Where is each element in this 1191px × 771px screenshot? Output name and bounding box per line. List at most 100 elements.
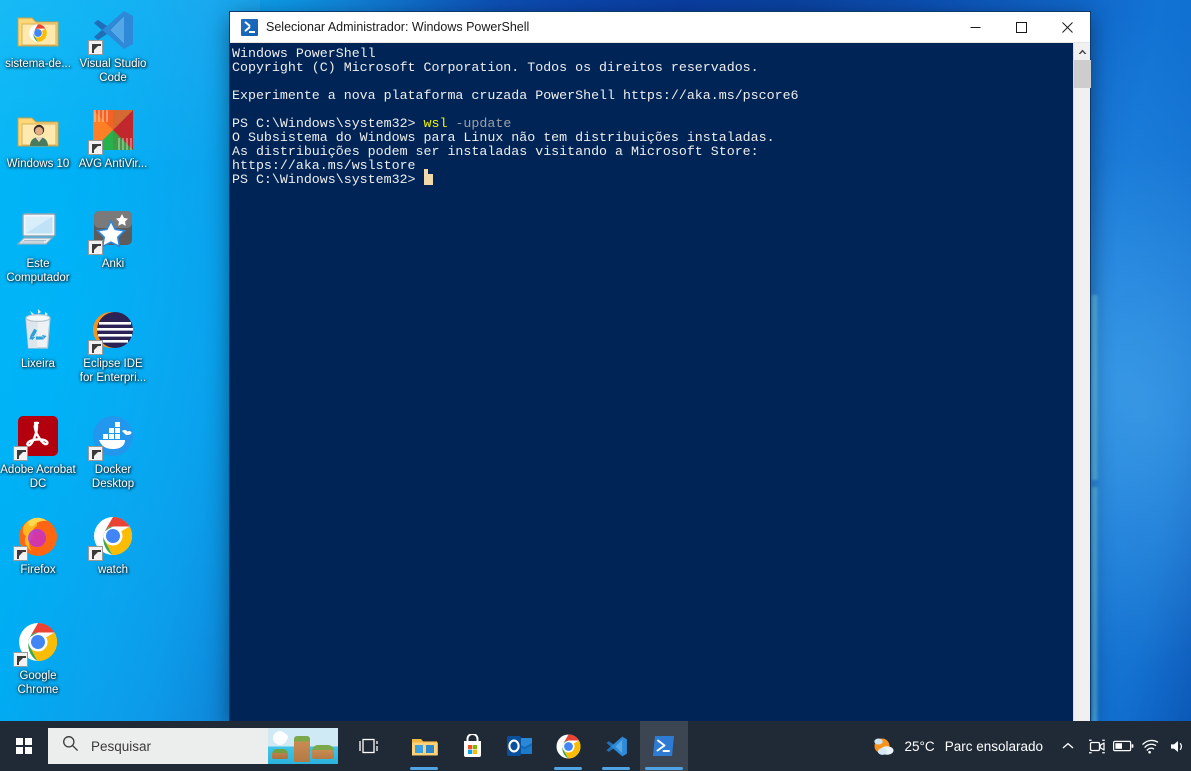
running-indicator: [554, 767, 582, 770]
console-line: https://aka.ms/wslstore: [232, 159, 1073, 173]
volume-icon[interactable]: [1164, 721, 1191, 771]
window-titlebar[interactable]: Selecionar Administrador: Windows PowerS…: [230, 12, 1090, 43]
desktop-icon-label: sistema-de...: [5, 58, 71, 70]
maximize-button[interactable]: [998, 12, 1044, 42]
this-pc-icon: [14, 206, 62, 254]
running-indicator: [410, 767, 438, 770]
chrome-icon: [13, 618, 62, 667]
weather-condition: Parc ensolarado: [944, 738, 1043, 754]
scrollbar-thumb[interactable]: [1074, 60, 1091, 88]
taskbar-pinned-apps: [400, 721, 688, 771]
console-line: PS C:\Windows\system32> wsl -update: [232, 117, 1073, 131]
shortcut-arrow-icon: [13, 652, 28, 667]
search-icon: [62, 735, 79, 757]
task-view-button[interactable]: [346, 721, 394, 771]
adobe-acrobat-icon: [13, 412, 62, 461]
windows-logo-icon: [15, 737, 33, 755]
running-indicator: [645, 767, 683, 770]
desktop-icon-label: Adobe Acrobat DC: [0, 464, 76, 490]
system-tray: 25°C Parc ensolarado: [863, 721, 1191, 771]
taskbar-app-windows-powershell[interactable]: [640, 721, 688, 771]
anki-icon: [88, 206, 137, 255]
wifi-icon[interactable]: [1137, 721, 1164, 771]
close-button[interactable]: [1044, 12, 1090, 42]
chrome-icon: [88, 512, 137, 561]
desktop-icon-visual-studio-code[interactable]: Visual Studio Code: [75, 6, 151, 85]
console-line: Experimente a nova plataforma cruzada Po…: [232, 89, 1073, 103]
battery-icon[interactable]: [1110, 721, 1137, 771]
console-text: wsl: [423, 116, 448, 131]
desktop-icon-docker-desktop[interactable]: Docker Desktop: [75, 412, 151, 491]
console-scrollbar[interactable]: [1073, 43, 1091, 721]
console-text: https://aka.ms/wslstore: [232, 158, 416, 173]
desktop-icon-label: Anki: [101, 258, 125, 270]
desktop-icon-windows-10[interactable]: Windows 10: [0, 106, 76, 172]
weather-widget[interactable]: 25°C Parc ensolarado: [863, 721, 1053, 771]
console-text: O Subsistema do Windows para Linux não t…: [232, 130, 775, 145]
bing-daily-image-thumbnail: [268, 728, 338, 764]
console-text: Windows PowerShell: [232, 46, 376, 61]
shortcut-arrow-icon: [13, 546, 28, 561]
desktop-icon-firefox[interactable]: Firefox: [0, 512, 76, 578]
search-input[interactable]: Pesquisar: [48, 728, 338, 764]
shortcut-arrow-icon: [88, 240, 103, 255]
scroll-up-arrow-icon[interactable]: [1074, 43, 1090, 60]
vscode-icon: [88, 6, 137, 55]
taskbar-app-outlook[interactable]: [496, 721, 544, 771]
meet-now-icon[interactable]: [1083, 721, 1110, 771]
console-output[interactable]: Windows PowerShell Copyright (C) Microsof…: [230, 43, 1073, 721]
recycle-bin-icon: [14, 306, 62, 354]
eclipse-ide-icon: [88, 306, 137, 355]
console-line: O Subsistema do Windows para Linux não t…: [232, 131, 1073, 145]
console-cursor: [423, 169, 433, 185]
console-text: Experimente a nova plataforma cruzada Po…: [232, 88, 799, 103]
running-indicator: [602, 767, 630, 770]
desktop-icon-label: Eclipse IDE for Enterpri...: [79, 358, 147, 384]
desktop-icon-label: Lixeira: [21, 358, 55, 370]
shortcut-arrow-icon: [88, 446, 103, 461]
desktop-icon-google-chrome[interactable]: Google Chrome: [0, 618, 76, 697]
desktop-icon-label: Este Computador: [6, 258, 70, 284]
desktop-icon-label: Visual Studio Code: [79, 58, 147, 84]
console-text: Copyright (C) Microsoft Corporation. Tod…: [232, 60, 759, 75]
desktop-icon-label: AVG AntiVir...: [78, 158, 148, 170]
desktop-icon-eclipse-ide[interactable]: Eclipse IDE for Enterpri...: [75, 306, 151, 385]
shortcut-arrow-icon: [13, 446, 28, 461]
docker-icon: [88, 412, 137, 461]
taskbar-app-vs-code[interactable]: [592, 721, 640, 771]
window-body: Windows PowerShell Copyright (C) Microsof…: [230, 43, 1091, 721]
desktop-icon-sistema-de[interactable]: sistema-de...: [0, 6, 76, 72]
avg-antivirus-icon: [88, 106, 137, 155]
console-line: Windows PowerShell: [232, 47, 1073, 61]
firefox-icon: [13, 512, 62, 561]
desktop-icon-watch[interactable]: watch: [75, 512, 151, 578]
weather-temperature: 25°C: [904, 738, 935, 754]
taskbar-app-google-chrome[interactable]: [544, 721, 592, 771]
desktop-icon-label: Docker Desktop: [91, 464, 135, 490]
desktop-icon-label: Windows 10: [6, 158, 70, 170]
desktop-icon-adobe-acrobat-dc[interactable]: Adobe Acrobat DC: [0, 412, 76, 491]
shortcut-arrow-icon: [88, 140, 103, 155]
taskbar-app-microsoft-store[interactable]: [448, 721, 496, 771]
console-line: Copyright (C) Microsoft Corporation. Tod…: [232, 61, 1073, 75]
folder-chrome-icon: [14, 6, 62, 54]
shortcut-arrow-icon: [88, 340, 103, 355]
console-text: -update: [455, 116, 512, 131]
desktop-icon-este-computador[interactable]: Este Computador: [0, 206, 76, 285]
taskbar-app-file-explorer[interactable]: [400, 721, 448, 771]
desktop-icon-avg-antivirus[interactable]: AVG AntiVir...: [75, 106, 151, 172]
partly-sunny-icon: [871, 735, 897, 757]
desktop-icon-label: Firefox: [20, 564, 56, 576]
desktop-icon-anki[interactable]: Anki: [75, 206, 151, 272]
shortcut-arrow-icon: [88, 40, 103, 55]
minimize-button[interactable]: [952, 12, 998, 42]
show-hidden-icons-chevron-icon[interactable]: [1053, 721, 1083, 771]
desktop-icon-lixeira[interactable]: Lixeira: [0, 306, 76, 372]
wallpaper-light-ray: [1090, 487, 1099, 721]
powershell-window[interactable]: Selecionar Administrador: Windows PowerS…: [230, 12, 1091, 721]
start-button[interactable]: [0, 721, 48, 771]
console-text: PS C:\Windows\system32>: [232, 172, 424, 187]
console-line: As distribuições podem ser instaladas vi…: [232, 145, 1073, 159]
